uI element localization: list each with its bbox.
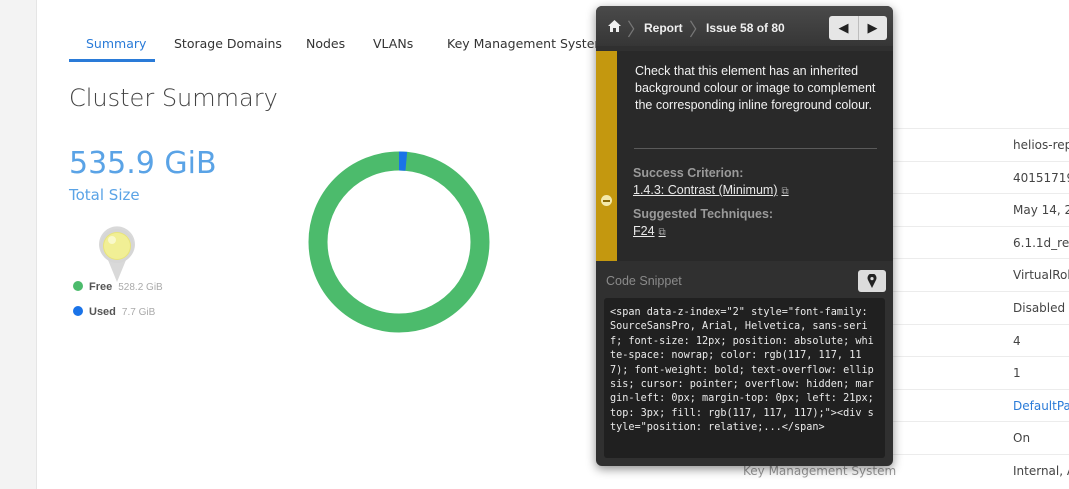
issue-message: Check that this element has an inherited… [635,64,876,112]
page-title: Cluster Summary [69,84,278,112]
detail-value: Internal, A [1013,464,1069,478]
divider [634,148,877,149]
external-link-icon: ⧉ [658,227,666,238]
success-criterion-heading: Success Criterion: [633,166,744,180]
tab-summary[interactable]: Summary [86,36,146,51]
code-snippet-text: <span data-z-index="2" style="font-famil… [610,307,880,434]
next-issue-button[interactable]: ▶ [858,16,887,40]
issue-navigation: ◀ ▶ [829,16,887,40]
used-color-dot [73,306,83,316]
previous-issue-button[interactable]: ◀ [829,16,859,40]
detail-value: 40151719 [1013,170,1069,185]
legend-used-value: 7.7 GiB [121,307,156,318]
tab-nodes[interactable]: Nodes [306,36,345,51]
detail-value: May 14, 20 [1013,203,1069,218]
detail-value: 6.1.1d_rel [1013,235,1069,250]
success-criterion-link-text: 1.4.3: Contrast (Minimum) [633,183,778,197]
code-snippet: <span data-z-index="2" style="font-famil… [604,298,885,458]
detail-value-link[interactable]: DefaultPa [1013,399,1069,413]
legend-used: Used 7.7 GiB [73,306,155,318]
suggested-technique-link[interactable]: F24 ⧉ [633,224,666,238]
legend-free: Free 528.2 GiB [73,281,163,293]
detail-value: 4 [1013,333,1021,348]
success-criterion-link[interactable]: 1.4.3: Contrast (Minimum) ⧉ [633,183,789,197]
suggested-technique-link-text: F24 [633,224,655,238]
accessibility-issue-popup: 〉 Report 〉 Issue 58 of 80 ◀ ▶ Check that… [596,6,893,466]
tab-storage-domains[interactable]: Storage Domains [174,36,282,51]
legend-free-label: Free [89,281,113,293]
tab-key-management-system[interactable]: Key Management System [447,36,607,51]
detail-value: helios-rep [1013,138,1069,152]
triangle-right-icon: ▶ [867,20,878,35]
locate-element-button[interactable] [858,270,886,292]
active-tab-indicator [69,59,155,62]
total-size-value: 535.9 GiB [69,146,217,181]
triangle-left-icon: ◀ [838,20,849,35]
breadcrumb-issue: Issue 58 of 80 [706,21,785,35]
donut-free-slice [308,151,490,333]
detail-key: Key Management System [743,464,897,478]
code-snippet-header: Code Snippet [596,268,893,293]
map-pin-icon [99,226,135,282]
breadcrumb-report[interactable]: Report [644,21,683,35]
popup-header: 〉 Report 〉 Issue 58 of 80 ◀ ▶ [596,6,893,46]
home-icon[interactable] [608,20,621,35]
detail-value: 1 [1013,366,1021,381]
code-snippet-heading: Code Snippet [606,274,682,288]
detail-value: On [1013,431,1031,446]
suggested-techniques-heading: Suggested Techniques: [633,207,774,221]
breadcrumb-separator: 〉 [627,20,645,40]
total-size-label: Total Size [69,186,140,204]
detail-value: Disabled [1013,301,1066,315]
breadcrumb-separator: 〉 [689,20,707,40]
legend-free-value: 528.2 GiB [118,282,163,293]
location-pin-icon [867,273,877,288]
tab-vlans[interactable]: VLANs [373,36,413,51]
severity-bar [596,51,617,261]
legend-used-label: Used [89,306,116,318]
detail-value: VirtualRob [1013,268,1069,283]
cluster-summary-card: Summary Storage Domains Nodes VLANs Key … [36,0,1069,489]
warning-icon [601,195,612,206]
free-color-dot [73,281,83,291]
external-link-icon: ⧉ [781,186,789,197]
usage-donut-chart [308,151,490,333]
